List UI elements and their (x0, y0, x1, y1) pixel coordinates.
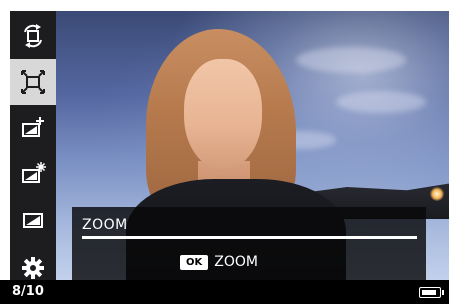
battery-icon (419, 287, 444, 298)
cloud (296, 47, 406, 73)
sidebar-item-rotate[interactable] (10, 13, 56, 59)
sidebar (10, 11, 56, 293)
face (184, 59, 262, 169)
image-counter: 8/10 (12, 284, 44, 299)
cloud (336, 91, 426, 113)
gear-icon (22, 257, 44, 279)
rotate-icon (24, 24, 42, 48)
crop-expand-icon (21, 70, 45, 94)
image-plus-icon (22, 117, 44, 137)
sidebar-item-brightness-plus[interactable] (10, 105, 56, 151)
viewer-frame: ZOOM OK ZOOM (10, 11, 449, 293)
sidebar-item-image[interactable] (10, 197, 56, 243)
light-glow (430, 187, 444, 201)
ok-zoom-hint[interactable]: OK ZOOM (180, 254, 258, 270)
ok-zoom-label: ZOOM (214, 254, 258, 270)
status-bar: 8/10 (0, 280, 449, 304)
zoom-level-bar[interactable] (82, 236, 417, 239)
zoom-title: ZOOM (82, 217, 128, 233)
ok-key[interactable]: OK (180, 254, 209, 270)
image-icon (23, 213, 43, 228)
sidebar-item-crop-zoom[interactable] (10, 59, 56, 105)
image-sparkle-icon (22, 162, 46, 183)
sidebar-item-sparkle[interactable] (10, 151, 56, 197)
battery-level (422, 290, 436, 295)
zoom-panel: ZOOM OK ZOOM (72, 207, 426, 283)
